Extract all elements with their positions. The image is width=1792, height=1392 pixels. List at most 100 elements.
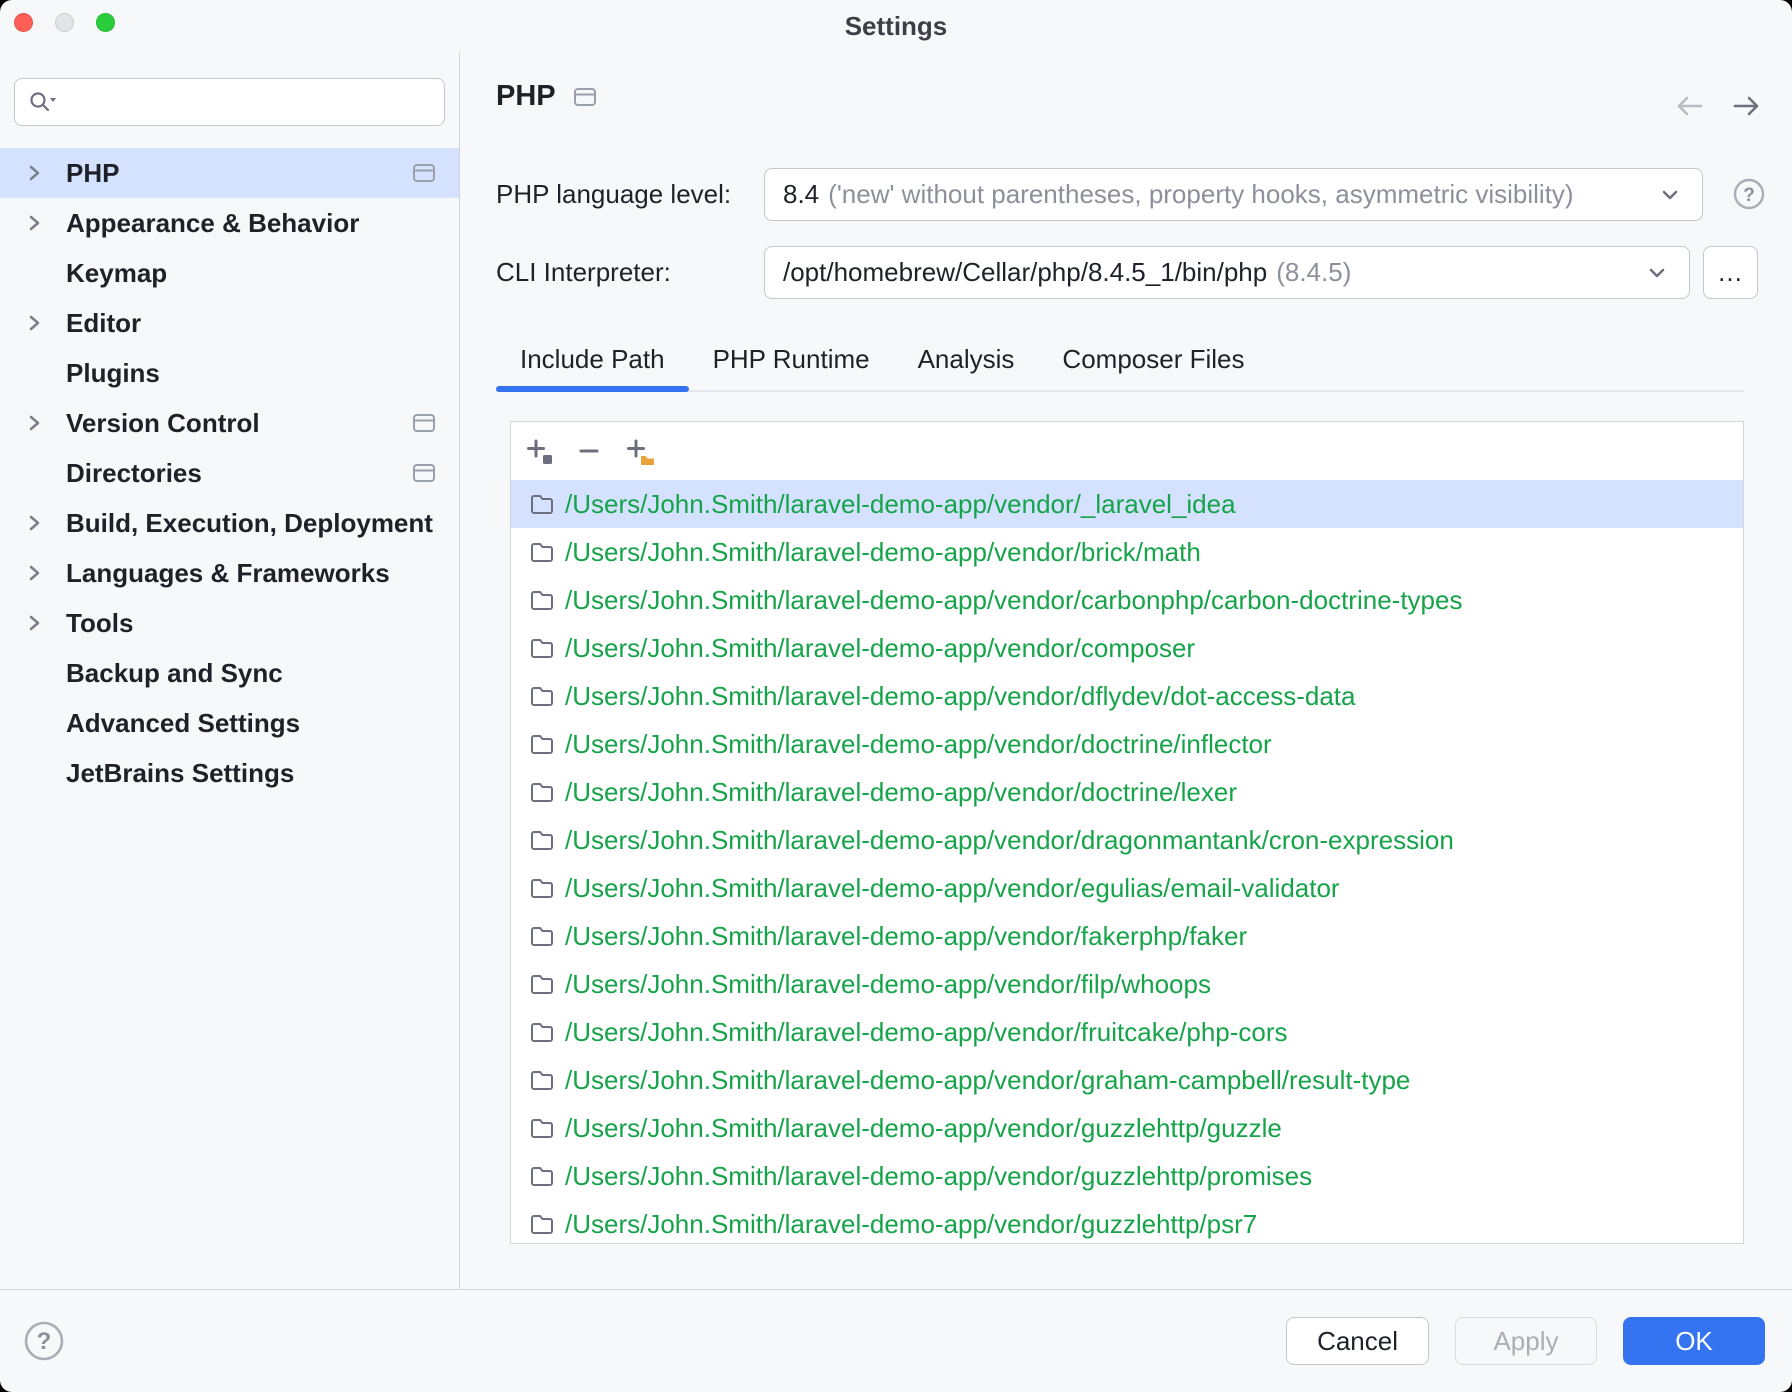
settings-window: Settings PHP Appearance & Behavior: [0, 0, 1792, 1392]
sidebar-item-tools[interactable]: Tools: [0, 598, 459, 648]
tab-label: Analysis: [918, 344, 1015, 375]
dialog-footer: ? Cancel Apply OK: [0, 1289, 1792, 1392]
folder-icon: [529, 732, 555, 756]
folder-icon: [529, 924, 555, 948]
sidebar-item-editor[interactable]: Editor: [0, 298, 459, 348]
help-icon[interactable]: ?: [22, 1319, 66, 1363]
applied-settings-icon: [572, 86, 598, 108]
minimize-window-button[interactable]: [55, 13, 74, 32]
include-path-toolbar: [511, 422, 1743, 480]
settings-categories-list: PHP Appearance & Behavior Keymap Editor: [0, 148, 459, 798]
sidebar-item-label: Appearance & Behavior: [66, 208, 411, 239]
chevron-right-icon[interactable]: [22, 161, 66, 185]
forward-arrow-icon[interactable]: [1730, 92, 1762, 120]
sidebar-item-label: Editor: [66, 308, 411, 339]
include-path-panel: /Users/John.Smith/laravel-demo-app/vendo…: [510, 421, 1744, 1244]
tab-php-runtime[interactable]: PHP Runtime: [689, 329, 894, 390]
folder-icon: [529, 972, 555, 996]
php-language-level-label: PHP language level:: [496, 179, 764, 210]
applied-settings-icon: [411, 162, 437, 184]
include-path-row[interactable]: /Users/John.Smith/laravel-demo-app/vendo…: [511, 1056, 1743, 1104]
add-path-button[interactable]: [521, 433, 557, 469]
search-input[interactable]: [65, 87, 432, 118]
sidebar-item-jetbrains-settings[interactable]: JetBrains Settings: [0, 748, 459, 798]
folder-icon: [529, 1116, 555, 1140]
chevron-right-icon[interactable]: [22, 311, 66, 335]
folder-icon: [529, 636, 555, 660]
back-arrow-icon[interactable]: [1674, 92, 1706, 120]
sidebar-item-directories[interactable]: Directories: [0, 448, 459, 498]
history-navigation: [1674, 92, 1762, 120]
include-path-row[interactable]: /Users/John.Smith/laravel-demo-app/vendo…: [511, 624, 1743, 672]
sidebar-item-languages-frameworks[interactable]: Languages & Frameworks: [0, 548, 459, 598]
include-path-row[interactable]: /Users/John.Smith/laravel-demo-app/vendo…: [511, 576, 1743, 624]
cli-interpreter-version: (8.4.5): [1276, 257, 1351, 288]
sidebar-item-plugins[interactable]: Plugins: [0, 348, 459, 398]
include-path-row[interactable]: /Users/John.Smith/laravel-demo-app/vendo…: [511, 672, 1743, 720]
include-path-row[interactable]: /Users/John.Smith/laravel-demo-app/vendo…: [511, 1152, 1743, 1200]
chevron-right-icon[interactable]: [22, 511, 66, 535]
tab-include-path[interactable]: Include Path: [496, 329, 689, 390]
include-path-row[interactable]: /Users/John.Smith/laravel-demo-app/vendo…: [511, 816, 1743, 864]
sidebar-item-keymap[interactable]: Keymap: [0, 248, 459, 298]
zoom-window-button[interactable]: [96, 13, 115, 32]
sidebar-item-backup-and-sync[interactable]: Backup and Sync: [0, 648, 459, 698]
include-path-row[interactable]: /Users/John.Smith/laravel-demo-app/vendo…: [511, 1008, 1743, 1056]
settings-search-box[interactable]: [14, 78, 445, 126]
remove-path-button[interactable]: [571, 433, 607, 469]
chevron-right-icon[interactable]: [22, 411, 66, 435]
sidebar-item-label: Keymap: [66, 258, 411, 289]
sidebar-item-label: Advanced Settings: [66, 708, 411, 739]
titlebar: Settings: [0, 0, 1792, 52]
sidebar-item-label: Backup and Sync: [66, 658, 411, 689]
cancel-button[interactable]: Cancel: [1286, 1317, 1429, 1365]
include-path-text: /Users/John.Smith/laravel-demo-app/vendo…: [565, 537, 1201, 568]
include-path-row[interactable]: /Users/John.Smith/laravel-demo-app/vendo…: [511, 528, 1743, 576]
include-path-text: /Users/John.Smith/laravel-demo-app/vendo…: [565, 825, 1454, 856]
folder-icon: [529, 828, 555, 852]
sidebar-item-label: Languages & Frameworks: [66, 558, 411, 589]
add-composer-paths-button[interactable]: [621, 433, 657, 469]
php-language-level-description: ('new' without parentheses, property hoo…: [828, 179, 1573, 210]
sidebar-item-advanced-settings[interactable]: Advanced Settings: [0, 698, 459, 748]
chevron-down-icon: [1656, 181, 1684, 209]
sidebar-item-label: Plugins: [66, 358, 411, 389]
sidebar-item-label: Version Control: [66, 408, 411, 439]
tab-label: Composer Files: [1062, 344, 1244, 375]
php-language-level-select[interactable]: 8.4 ('new' without parentheses, property…: [764, 168, 1703, 221]
include-path-row[interactable]: /Users/John.Smith/laravel-demo-app/vendo…: [511, 1200, 1743, 1244]
php-settings-tabs: Include Path PHP Runtime Analysis Compos…: [496, 329, 1744, 392]
include-path-row[interactable]: /Users/John.Smith/laravel-demo-app/vendo…: [511, 480, 1743, 528]
include-path-text: /Users/John.Smith/laravel-demo-app/vendo…: [565, 1113, 1282, 1144]
tab-analysis[interactable]: Analysis: [894, 329, 1039, 390]
chevron-right-icon[interactable]: [22, 611, 66, 635]
browse-interpreters-button[interactable]: ...: [1703, 246, 1758, 299]
close-window-button[interactable]: [14, 13, 33, 32]
sidebar-item-version-control[interactable]: Version Control: [0, 398, 459, 448]
include-path-row[interactable]: /Users/John.Smith/laravel-demo-app/vendo…: [511, 1104, 1743, 1152]
include-path-text: /Users/John.Smith/laravel-demo-app/vendo…: [565, 729, 1272, 760]
sidebar-item-php[interactable]: PHP: [0, 148, 459, 198]
include-path-text: /Users/John.Smith/laravel-demo-app/vendo…: [565, 777, 1237, 808]
include-path-text: /Users/John.Smith/laravel-demo-app/vendo…: [565, 1209, 1257, 1240]
tab-label: PHP Runtime: [713, 344, 870, 375]
cli-interpreter-select[interactable]: /opt/homebrew/Cellar/php/8.4.5_1/bin/php…: [764, 246, 1690, 299]
sidebar-item-label: PHP: [66, 158, 411, 189]
chevron-right-icon[interactable]: [22, 211, 66, 235]
include-path-row[interactable]: /Users/John.Smith/laravel-demo-app/vendo…: [511, 912, 1743, 960]
chevron-right-icon[interactable]: [22, 561, 66, 585]
include-path-text: /Users/John.Smith/laravel-demo-app/vendo…: [565, 1161, 1312, 1192]
window-title: Settings: [845, 11, 948, 42]
include-path-row[interactable]: /Users/John.Smith/laravel-demo-app/vendo…: [511, 768, 1743, 816]
sidebar-item-appearance-behavior[interactable]: Appearance & Behavior: [0, 198, 459, 248]
help-icon[interactable]: ?: [1732, 177, 1766, 211]
include-path-row[interactable]: /Users/John.Smith/laravel-demo-app/vendo…: [511, 960, 1743, 1008]
folder-icon: [529, 684, 555, 708]
tab-composer-files[interactable]: Composer Files: [1038, 329, 1268, 390]
ok-button[interactable]: OK: [1623, 1317, 1765, 1365]
sidebar-item-build-execution-deployment[interactable]: Build, Execution, Deployment: [0, 498, 459, 548]
apply-button[interactable]: Apply: [1455, 1317, 1597, 1365]
include-path-row[interactable]: /Users/John.Smith/laravel-demo-app/vendo…: [511, 720, 1743, 768]
folder-icon: [529, 1068, 555, 1092]
include-path-row[interactable]: /Users/John.Smith/laravel-demo-app/vendo…: [511, 864, 1743, 912]
